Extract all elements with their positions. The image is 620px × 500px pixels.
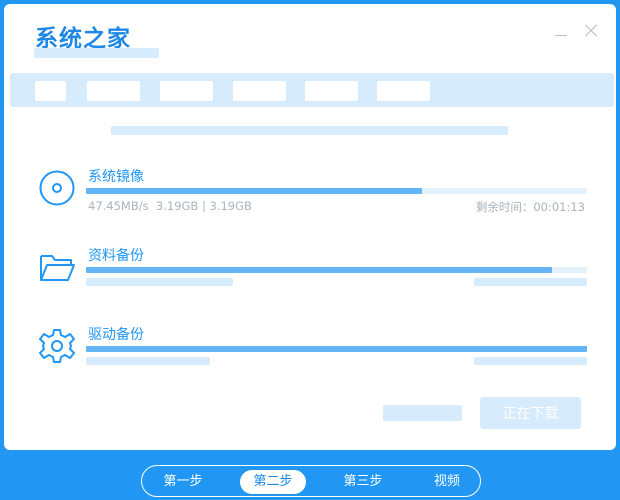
step-navigation: 第一步 第二步 第三步 视频 (141, 465, 481, 497)
stats-placeholder (86, 357, 210, 365)
gear-icon (39, 329, 75, 363)
close-icon[interactable] (582, 22, 600, 40)
progress-header-placeholder (111, 126, 508, 135)
folder-icon (40, 255, 75, 281)
stats-placeholder (86, 278, 233, 286)
step-2[interactable]: 第二步 (240, 470, 306, 494)
task-name: 系统镜像 (88, 169, 144, 185)
toolbar (10, 73, 614, 107)
toolbar-item-3[interactable] (160, 81, 213, 101)
task-name: 资料备份 (88, 248, 144, 264)
progress-fill (86, 346, 587, 352)
toolbar-item-2[interactable] (87, 81, 140, 101)
progress-bar (86, 188, 587, 194)
toolbar-item-4[interactable] (233, 81, 286, 101)
task-system-image: 系统镜像 47.45MB/s 3.19GB | 3.19GB 剩余时间：00:0… (4, 168, 616, 228)
minimize-icon[interactable] (552, 22, 570, 40)
installer-window: 系统之家 系统镜像 47.45MB/s 3.19GB | 3.19GB 剩余时间… (4, 4, 616, 450)
secondary-button[interactable] (383, 405, 462, 421)
progress-fill (86, 188, 422, 194)
toolbar-item-1[interactable] (35, 81, 66, 101)
task-data-backup: 资料备份 (4, 247, 616, 307)
remaining-placeholder (474, 278, 587, 286)
task-driver-backup: 驱动备份 (4, 326, 616, 386)
step-3[interactable]: 第三步 (330, 470, 396, 494)
remaining-placeholder (474, 357, 587, 365)
progress-bar (86, 346, 587, 352)
progress-bar (86, 267, 587, 273)
task-name: 驱动备份 (88, 327, 144, 343)
disc-icon (39, 170, 75, 206)
step-video[interactable]: 视频 (414, 470, 480, 494)
step-1[interactable]: 第一步 (150, 470, 216, 494)
toolbar-item-5[interactable] (305, 81, 358, 101)
transfer-stats: 47.45MB/s 3.19GB | 3.19GB (88, 199, 252, 213)
downloading-button[interactable]: 正在下载 (480, 397, 581, 429)
toolbar-item-6[interactable] (377, 81, 430, 101)
remaining-time: 剩余时间：00:01:13 (475, 200, 585, 214)
subtitle-placeholder (34, 48, 159, 58)
progress-fill (86, 267, 552, 273)
